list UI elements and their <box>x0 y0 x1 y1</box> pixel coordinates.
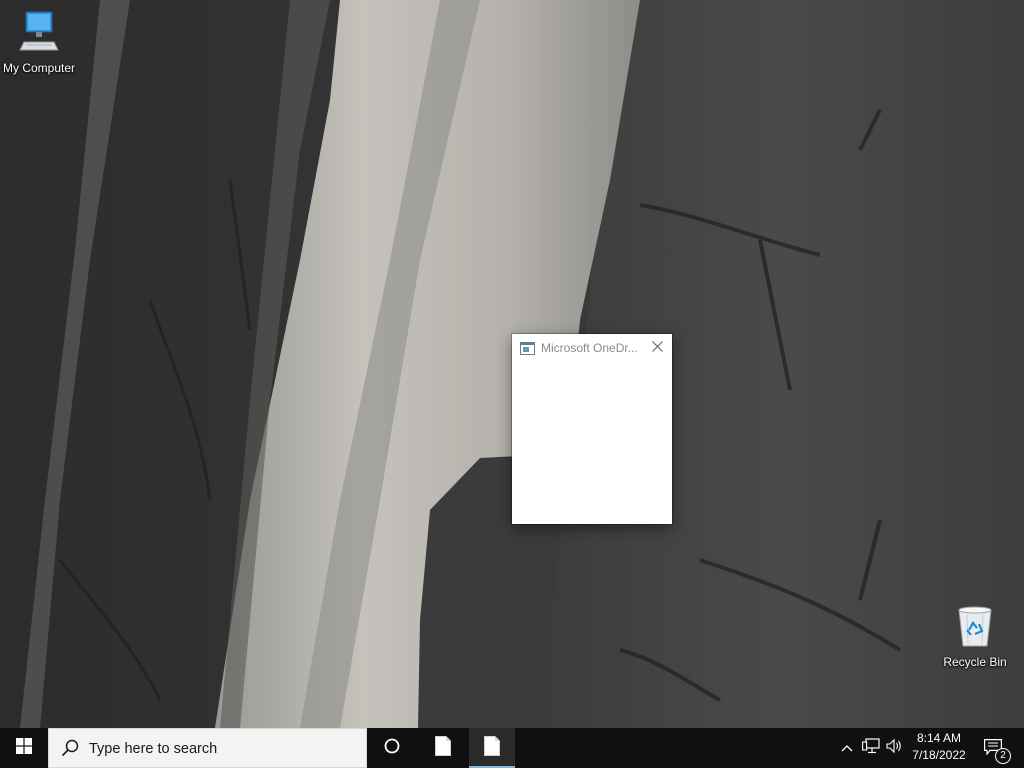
windows-logo-icon <box>16 737 32 759</box>
taskbar-clock[interactable]: 8:14 AM 7/18/2022 <box>906 730 972 764</box>
cortana-circle-icon <box>384 738 400 759</box>
document-icon <box>484 735 500 761</box>
start-button[interactable] <box>0 728 48 768</box>
taskbar-app-document-1[interactable] <box>420 728 466 768</box>
computer-icon <box>1 10 77 59</box>
volume-button[interactable] <box>884 728 906 768</box>
desktop-icon-recycle-bin[interactable]: Recycle Bin <box>937 604 1013 669</box>
close-icon <box>651 339 663 357</box>
action-center-button[interactable]: 2 <box>976 728 1024 768</box>
desktop-icon-my-computer[interactable]: My Computer <box>1 10 77 75</box>
window-titlebar[interactable]: Microsoft OneDr... <box>512 334 672 362</box>
window-title: Microsoft OneDr... <box>541 341 638 355</box>
document-icon <box>435 735 451 761</box>
onedrive-app-icon <box>520 342 535 360</box>
taskbar: Type here to search 8:14 AM 7/18/2022 2 <box>0 728 1024 768</box>
close-button[interactable] <box>642 334 672 362</box>
network-icon <box>862 737 880 759</box>
network-status-button[interactable] <box>860 728 882 768</box>
show-hidden-icons-button[interactable] <box>838 728 856 768</box>
notification-count-badge: 2 <box>995 748 1011 764</box>
cortana-button[interactable] <box>369 728 415 768</box>
desktop-icon-label: Recycle Bin <box>943 655 1007 669</box>
chevron-up-icon <box>841 739 853 757</box>
taskbar-app-document-2[interactable] <box>469 728 515 768</box>
clock-date: 7/18/2022 <box>912 748 966 762</box>
onedrive-window[interactable]: Microsoft OneDr... <box>512 334 672 524</box>
recycle-bin-icon <box>937 604 1013 653</box>
search-placeholder: Type here to search <box>89 741 218 757</box>
taskbar-search-box[interactable]: Type here to search <box>48 728 367 768</box>
volume-icon <box>886 738 904 759</box>
window-content <box>512 362 672 524</box>
desktop-icon-label: My Computer <box>2 61 76 75</box>
search-icon <box>61 739 79 762</box>
clock-time: 8:14 AM <box>916 731 962 745</box>
